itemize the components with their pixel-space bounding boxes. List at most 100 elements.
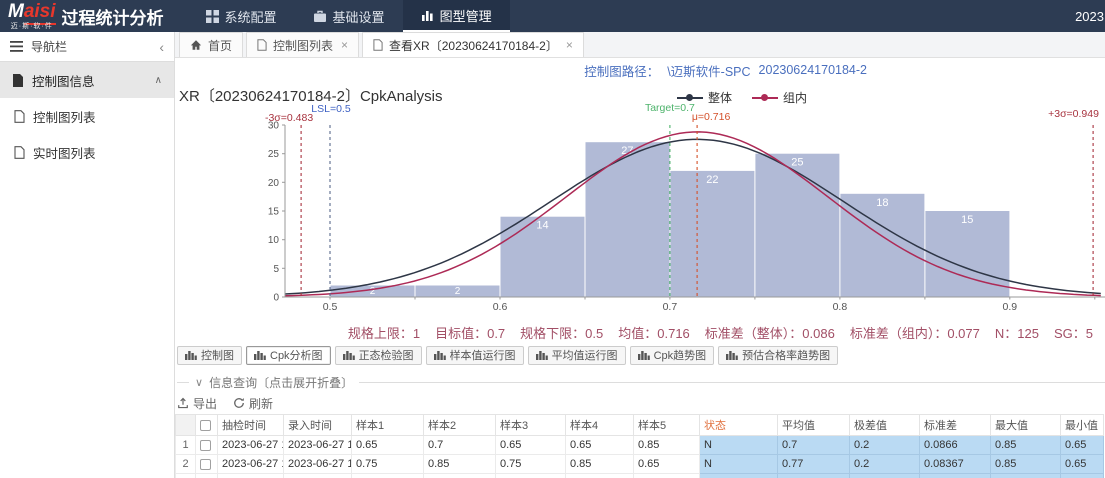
sidebar-item-label: 控制图列表 [33, 107, 96, 126]
data-table-container[interactable]: 抽检时间录入时间样本1样本2样本3样本4样本5状态平均值极差值标准差最大值最小值… [175, 414, 1105, 478]
x-tick-label: 0.9 [1002, 301, 1017, 313]
nav-item-system-config[interactable]: 系统配置 [188, 0, 295, 32]
cell: 0.65 [634, 455, 700, 474]
table-row[interactable]: 32023-06-27 17:262023-06-27 17:260.750.8… [176, 474, 1104, 478]
cell: 0.77 [778, 455, 850, 474]
file-outline-icon [14, 146, 25, 159]
column-header-0[interactable]: 抽检时间 [218, 415, 284, 436]
stat-std-within: 标准差（组内）：0.077 [850, 323, 980, 342]
tab-control-chart-list[interactable]: 控制图列表 × [246, 32, 359, 57]
histogram-bar [586, 142, 670, 297]
column-header-6[interactable]: 样本5 [634, 415, 700, 436]
chart-button-label: Cpk趋势图 [654, 347, 707, 363]
column-header-10[interactable]: 标准差 [920, 415, 991, 436]
select-all-checkbox[interactable] [200, 420, 211, 431]
column-header-8[interactable]: 平均值 [778, 415, 850, 436]
cpk-histogram-svg: 22142722251815-3σ=0.483LSL=0.5Target=0.7… [175, 96, 1105, 320]
chevron-left-icon[interactable]: ‹ [159, 40, 164, 54]
table-toolbar: 导出 刷新 [175, 392, 1105, 414]
app-logo: Maisi 迈·斯·软·件 过程统计分析 [0, 0, 172, 32]
divider-line [359, 382, 1105, 383]
export-button[interactable]: 导出 [177, 395, 217, 412]
cell: 0.8 [991, 474, 1061, 478]
breadcrumb-path: \迈斯软件-SPC [667, 61, 750, 80]
mini-bar-chart-icon [254, 350, 266, 360]
cell: 0.2 [850, 455, 920, 474]
tab-view-xr[interactable]: 查看XR〔20230624170184-2〕 × [362, 32, 584, 57]
cell: 0.8 [424, 474, 496, 478]
chevron-up-icon[interactable]: ∧ [155, 75, 162, 86]
app-title: 过程统计分析 [62, 4, 164, 29]
sidebar-item-realtime-chart-list[interactable]: 实时图列表 [0, 134, 174, 170]
ref-line-label: +3σ=0.949 [1048, 108, 1099, 120]
histogram-bar [670, 171, 754, 297]
sidebar-group-label: 控制图信息 [32, 71, 95, 90]
cell: 0.08367 [920, 455, 991, 474]
chart-button-control-chart[interactable]: 控制图 [177, 346, 242, 365]
cell: 0.7 [566, 474, 634, 478]
nav-item-basic-settings[interactable]: 基础设置 [295, 0, 403, 32]
column-header-11[interactable]: 最大值 [991, 415, 1061, 436]
chart-button-label: 平均值运行图 [552, 347, 618, 363]
bar-value-label: 18 [876, 197, 888, 209]
row-checkbox[interactable] [200, 459, 211, 470]
stat-n: N：125 [995, 323, 1039, 342]
hamburger-icon[interactable] [10, 41, 23, 52]
home-icon [190, 39, 202, 51]
sidebar-item-control-chart-list[interactable]: 控制图列表 [0, 98, 174, 134]
chart-button-label: 样本值运行图 [450, 347, 516, 363]
tab-home[interactable]: 首页 [179, 32, 243, 57]
row-select-cell [196, 474, 218, 478]
column-header-5[interactable]: 样本4 [566, 415, 634, 436]
stat-sg: SG：5 [1054, 323, 1093, 342]
x-tick-label: 0.5 [323, 301, 338, 313]
chart-button-sample-run[interactable]: 样本值运行图 [426, 346, 524, 365]
row-index: 1 [176, 436, 196, 455]
chart-button-cpk-analysis[interactable]: Cpk分析图 [246, 346, 331, 365]
chart-button-mean-run[interactable]: 平均值运行图 [528, 346, 626, 365]
cell: 0.65 [352, 436, 424, 455]
tab-label: 查看XR〔20230624170184-2〕 [389, 37, 558, 54]
column-header-4[interactable]: 样本3 [496, 415, 566, 436]
brand-subtext: 迈·斯·软·件 [8, 23, 56, 30]
tab-bar: 首页 控制图列表 × 查看XR〔20230624170184-2〕 × [175, 32, 1105, 58]
sidebar-group-control-chart-info[interactable]: 控制图信息 ∧ [0, 62, 174, 98]
cell: N [700, 455, 778, 474]
file-outline-icon [373, 39, 383, 51]
bar-value-label: 22 [706, 174, 718, 186]
close-icon[interactable]: × [341, 38, 348, 52]
cell: 0.85 [991, 436, 1061, 455]
grid-icon [206, 10, 219, 23]
chart-button-cpk-trend[interactable]: Cpk趋势图 [630, 346, 715, 365]
cell: 0.75 [496, 455, 566, 474]
y-tick-label: 20 [268, 178, 280, 189]
chart-button-pass-rate-trend[interactable]: 预估合格率趋势图 [718, 346, 838, 365]
cell: 0.65 [496, 436, 566, 455]
cell: 0.0866 [920, 436, 991, 455]
row-checkbox[interactable] [200, 440, 211, 451]
brand-m: M [8, 1, 24, 22]
nav-item-chart-management[interactable]: 图型管理 [403, 0, 510, 32]
column-header-3[interactable]: 样本2 [424, 415, 496, 436]
cell: 0.65 [566, 436, 634, 455]
cell: 0.65 [1061, 436, 1104, 455]
column-header-9[interactable]: 极差值 [850, 415, 920, 436]
datetime-display: 2023 [1075, 9, 1105, 24]
column-header-12[interactable]: 最小值 [1061, 415, 1104, 436]
cell: 0.7 [778, 436, 850, 455]
column-header-7[interactable]: 状态 [700, 415, 778, 436]
cell: 0.1 [850, 474, 920, 478]
table-row[interactable]: 12023-06-27 16:072023-06-27 16:070.650.7… [176, 436, 1104, 455]
histogram-chart-area: 22142722251815-3σ=0.483LSL=0.5Target=0.7… [175, 96, 1105, 320]
chart-button-label: 预估合格率趋势图 [742, 347, 830, 363]
close-icon[interactable]: × [566, 38, 573, 52]
column-header-1[interactable]: 录入时间 [284, 415, 352, 436]
mini-bar-chart-icon [638, 350, 650, 360]
tab-label: 首页 [208, 37, 232, 54]
info-section-header[interactable]: ∨ 信息查询〔点击展开折叠〕 [175, 372, 1105, 392]
column-header-2[interactable]: 样本1 [352, 415, 424, 436]
file-solid-icon [12, 74, 24, 87]
refresh-button[interactable]: 刷新 [233, 395, 273, 412]
table-row[interactable]: 22023-06-27 17:082023-06-27 17:080.750.8… [176, 455, 1104, 474]
chart-button-normality-test[interactable]: 正态检验图 [335, 346, 422, 365]
